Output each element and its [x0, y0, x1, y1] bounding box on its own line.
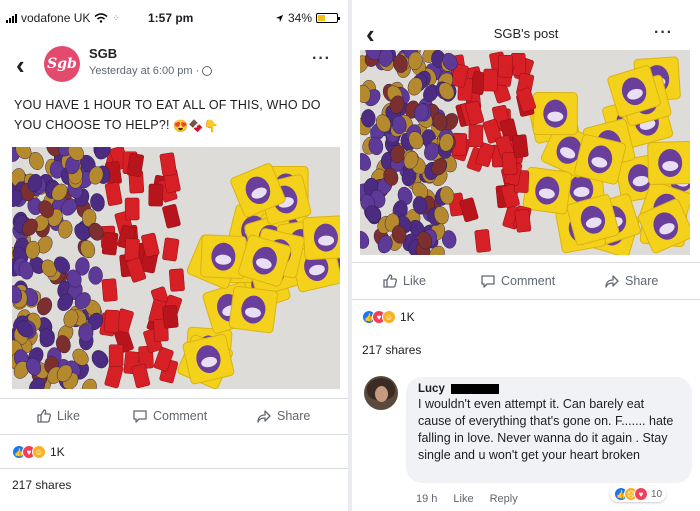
comment-like-link[interactable]: Like	[453, 493, 473, 505]
comment-label: Comment	[501, 274, 556, 288]
share-count[interactable]: 217 shares	[12, 478, 71, 492]
mini-eggs-bag	[647, 140, 690, 186]
comment-bubble-icon	[481, 275, 495, 288]
candy-photo-svg	[360, 50, 690, 255]
status-bar: vodafone UK ⁘ 1:57 pm 34%	[0, 0, 348, 34]
right-screenshot: ‹ SGB's post ··· Like Comment Share 👍 ♥ …	[352, 0, 700, 511]
commenter-avatar[interactable]	[364, 376, 398, 410]
caption-emojis: 😍🍫👇	[173, 118, 219, 133]
mini-eggs-bag	[532, 92, 578, 136]
post-meta: Yesterday at 6:00 pm ·	[89, 65, 213, 77]
reaction-count: 1K	[400, 310, 415, 324]
post-photo[interactable]	[360, 50, 690, 255]
share-arrow-icon	[605, 275, 619, 288]
like-button[interactable]: Like	[36, 408, 80, 424]
comment-button[interactable]: Comment	[480, 273, 555, 289]
page-avatar[interactable]: Sgb	[44, 46, 80, 82]
divider	[352, 262, 700, 263]
like-label: Like	[403, 274, 426, 288]
comment-reaction-count: 10	[651, 488, 663, 500]
share-button[interactable]: Share	[256, 408, 310, 424]
mini-eggs-bag	[228, 285, 278, 334]
comment-button[interactable]: Comment	[132, 408, 207, 424]
more-dots-icon[interactable]: ···	[312, 50, 331, 68]
comment-meta: 19 h Like Reply	[416, 493, 518, 505]
comment-bubble-icon	[133, 410, 147, 423]
mini-eggs-bag	[302, 215, 340, 261]
divider	[352, 299, 700, 300]
signal-icon	[6, 13, 17, 23]
share-count[interactable]: 217 shares	[362, 343, 421, 357]
header-title: SGB's post	[493, 26, 559, 41]
share-arrow-icon	[257, 410, 271, 423]
like-button[interactable]: Like	[382, 273, 426, 289]
left-screenshot: vodafone UK ⁘ 1:57 pm 34% ‹ Sgb SGB Yest…	[0, 0, 348, 511]
location-arrow-icon	[275, 14, 284, 22]
loading-icon: ⁘	[112, 12, 120, 23]
like-thumb-icon	[383, 274, 397, 288]
divider	[0, 434, 348, 435]
mini-eggs-bag	[182, 333, 235, 385]
comment-reply-link[interactable]: Reply	[490, 493, 518, 505]
comment-label: Comment	[153, 409, 208, 423]
post-author[interactable]: SGB	[89, 46, 117, 61]
candy-photo-svg	[12, 147, 340, 389]
globe-icon	[202, 66, 213, 76]
divider	[0, 468, 348, 469]
reaction-summary[interactable]: 👍 ♥ ☺ 1K	[12, 445, 65, 459]
share-button[interactable]: Share	[604, 273, 658, 289]
post-actions: Like Comment Share	[352, 271, 700, 291]
back-chevron-icon[interactable]: ‹	[16, 52, 25, 78]
share-label: Share	[277, 409, 311, 423]
mini-eggs-bag	[522, 166, 572, 215]
comment-text: I wouldn't even attempt it. Can barely e…	[418, 397, 674, 462]
caption-text: YOU HAVE 1 HOUR TO EAT ALL OF THIS, WHO …	[14, 98, 321, 132]
comment-bubble: Lucy I wouldn't even attempt it. Can bar…	[406, 377, 692, 483]
post-timestamp[interactable]: Yesterday at 6:00 pm ·	[89, 65, 199, 77]
comment-author[interactable]: Lucy	[418, 383, 445, 395]
love-reaction-icon: ♥	[634, 487, 648, 501]
post-caption: YOU HAVE 1 HOUR TO EAT ALL OF THIS, WHO …	[14, 95, 334, 136]
like-thumb-icon	[37, 409, 51, 423]
like-label: Like	[57, 409, 80, 423]
clock: 1:57 pm	[148, 11, 194, 25]
redacted-surname	[450, 384, 499, 394]
comment-author-row: Lucy	[418, 383, 680, 395]
comment-reactions[interactable]: 👍 ☹ ♥ 10	[610, 486, 667, 502]
haha-reaction-icon: ☺	[382, 310, 396, 324]
battery-icon	[316, 13, 340, 23]
wifi-icon	[94, 13, 108, 23]
carrier-name: vodafone UK	[21, 11, 91, 25]
comment-time: 19 h	[416, 493, 438, 505]
carrier-group: vodafone UK ⁘	[6, 11, 120, 25]
battery-percent: 34%	[287, 11, 312, 25]
reaction-summary[interactable]: 👍 ♥ ☺ 1K	[362, 310, 415, 324]
battery-group: 34%	[275, 11, 340, 25]
share-label: Share	[625, 274, 659, 288]
post-photo[interactable]	[12, 147, 340, 389]
more-dots-icon[interactable]: ···	[654, 24, 673, 42]
divider	[0, 398, 348, 399]
reaction-count: 1K	[50, 445, 65, 459]
haha-reaction-icon: ☺	[32, 445, 46, 459]
post-actions: Like Comment Share	[0, 406, 348, 426]
